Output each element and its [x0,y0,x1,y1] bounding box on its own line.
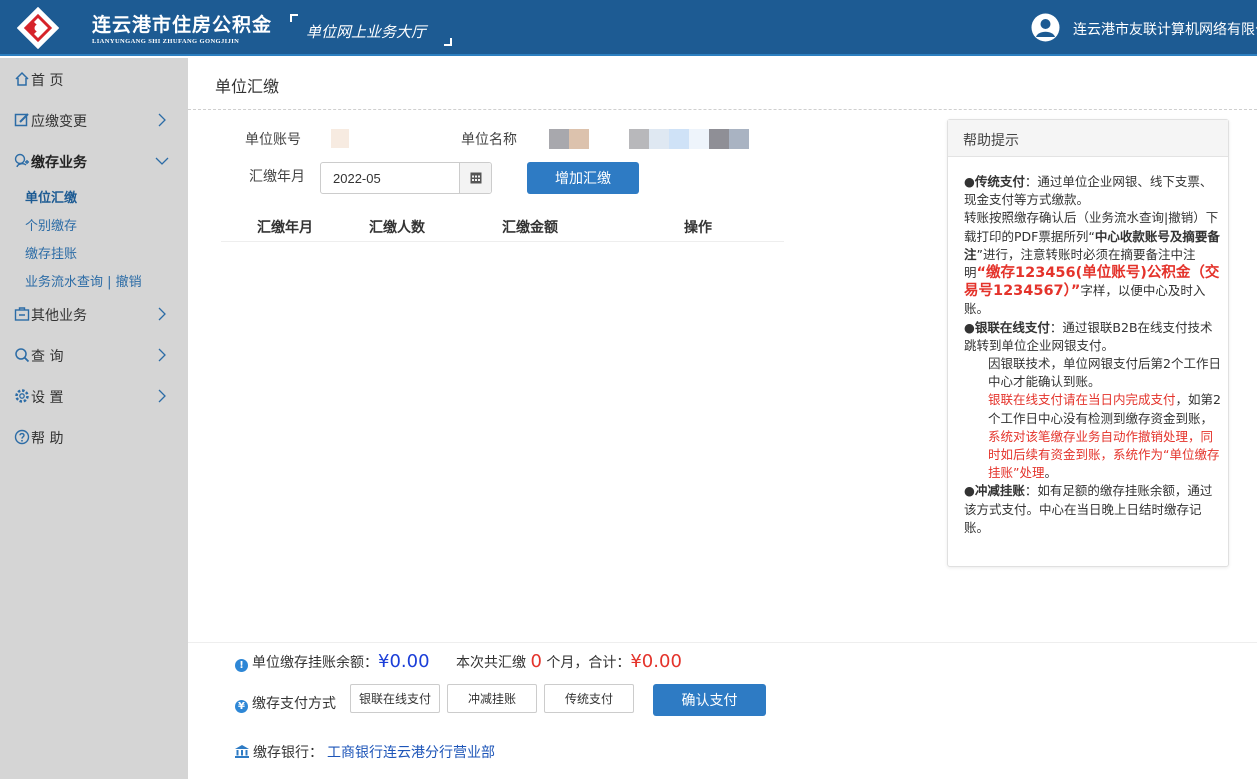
account-label: 单位账号 [245,132,301,148]
home-icon [15,71,29,86]
month-input[interactable] [322,164,460,192]
search-icon [15,348,30,363]
brand-subtitle: LIANYUNGANG SHI ZHUFANG GONGJIJIN [92,38,240,45]
sidebar-item-query[interactable]: 查 询 [0,340,188,370]
sidebar-item-label: 设 置 [31,390,64,406]
calendar-icon [470,172,482,184]
bank-name: 工商银行连云港分行营业部 [327,745,495,761]
brand-title: 连云港市住房公积金 [92,14,273,36]
sidebar-item-home[interactable]: 首 页 [0,64,188,94]
briefcase-icon [14,307,30,321]
table-header-divider [221,241,784,242]
help-traditional: ●传统支付：通过单位企业网银、线下支票、现金支付等方式缴款。 [964,174,1213,208]
sidebar-item-deposit[interactable]: 缴存业务 [0,146,188,176]
table-header-count: 汇缴人数 [369,220,425,236]
sidebar-item-label: 查 询 [31,349,64,365]
help-offset: ●冲减挂账：如有足额的缴存挂账余额，通过该方式支付。中心在当日晚上日结时缴存记账… [964,483,1213,535]
month-count: 0 [530,651,542,672]
sidebar-item-label: 应缴变更 [31,114,87,130]
user-avatar-icon[interactable] [1031,13,1060,42]
yen-icon: ¥ [235,700,248,713]
table-header-month: 汇缴年月 [257,220,313,236]
unit-name-label: 单位名称 [461,132,517,148]
total-value: ¥0.00 [630,651,682,672]
sidebar-item-label: 其他业务 [31,308,87,324]
help-unionpay: ●银联在线支付：通过银联B2B在线支付技术跳转到单位企业网银支付。 [964,319,1213,353]
sidebar-item-other[interactable]: 其他业务 [0,299,188,329]
help-transfer-note: 转账按照缴存确认后（业务流水查询|撤销）下载打印的PDF票据所列“中心收款账号及… [964,210,1220,317]
bank-icon [235,745,249,758]
balance-value: ¥0.00 [378,651,430,672]
user-name[interactable]: 连云港市友联计算机网络有限公 [1073,19,1257,39]
help-unionpay-note: 因银联技术，单位网银支付后第2个工作日中心才能确认到账。 [988,356,1221,390]
help-title: 帮助提示 [948,120,1228,157]
suspense-balance: ! 单位缴存挂账余额：¥0.00 [235,651,430,672]
sidebar-sub-suspense[interactable]: 缴存挂账 [25,243,77,262]
account-value-redacted [331,129,349,148]
deposit-bank: 缴存银行： 工商银行连云港分行营业部 [235,742,495,762]
sidebar: 首 页 应缴变更 缴存业务 单位汇缴 个别缴存 缴存挂账 业务流水查询 | 撤销… [0,58,188,779]
sidebar-item-settings[interactable]: 设 置 [0,381,188,411]
help-unionpay-warning: 银联在线支付请在当日内完成支付，如第2个工作日中心没有检测到缴存资金到账，系统对… [988,392,1221,481]
table-header-action: 操作 [684,220,712,236]
sidebar-item-label: 缴存业务 [31,155,87,171]
hall-title: 单位网上业务大厅 [290,14,452,46]
month-label: 汇缴年月 [249,169,305,185]
hall-label: 单位网上业务大厅 [306,23,427,41]
pay-method-label: ¥ 缴存支付方式 [235,693,336,713]
chevron-right-icon [158,307,166,321]
chevron-right-icon [158,348,166,362]
unit-name-value-redacted [549,129,749,149]
pay-unionpay-button[interactable]: 银联在线支付 [350,684,440,713]
chevron-right-icon [158,389,166,403]
pay-traditional-button[interactable]: 传统支付 [544,684,634,713]
top-header: 连云港市住房公积金 LIANYUNGANG SHI ZHUFANG GONGJI… [0,0,1257,56]
gear-icon [15,389,29,403]
add-remit-button[interactable]: 增加汇缴 [527,162,639,194]
brand-logo [17,7,59,49]
help-panel: 帮助提示 ●传统支付：通过单位企业网银、线下支票、现金支付等方式缴款。 转账按照… [947,119,1229,567]
calendar-button[interactable] [459,163,491,193]
sidebar-item-help[interactable]: 帮 助 [0,422,188,452]
edit-icon [14,113,29,127]
month-picker[interactable] [320,162,492,194]
help-icon [14,429,30,445]
pay-offset-button[interactable]: 冲减挂账 [447,684,537,713]
help-content: ●传统支付：通过单位企业网银、线下支票、现金支付等方式缴款。 转账按照缴存确认后… [964,173,1222,537]
sidebar-item-label: 首 页 [31,73,64,89]
confirm-pay-button[interactable]: 确认支付 [653,684,766,716]
chevron-down-icon [155,157,169,165]
remit-summary: 本次共汇缴 0 个月，合计：¥0.00 [456,651,682,672]
sidebar-item-change[interactable]: 应缴变更 [0,105,188,135]
sidebar-sub-unit-remit[interactable]: 单位汇缴 [25,187,77,206]
table-header-amount: 汇缴金额 [502,220,558,236]
title-divider [188,109,1257,110]
sidebar-sub-individual[interactable]: 个别缴存 [25,215,77,234]
deposit-icon [14,153,29,168]
chevron-right-icon [158,113,166,127]
info-icon: ! [235,659,248,672]
page-title: 单位汇缴 [215,77,280,96]
sidebar-item-label: 帮 助 [31,431,64,447]
sidebar-sub-flow-query[interactable]: 业务流水查询 | 撤销 [25,271,142,290]
